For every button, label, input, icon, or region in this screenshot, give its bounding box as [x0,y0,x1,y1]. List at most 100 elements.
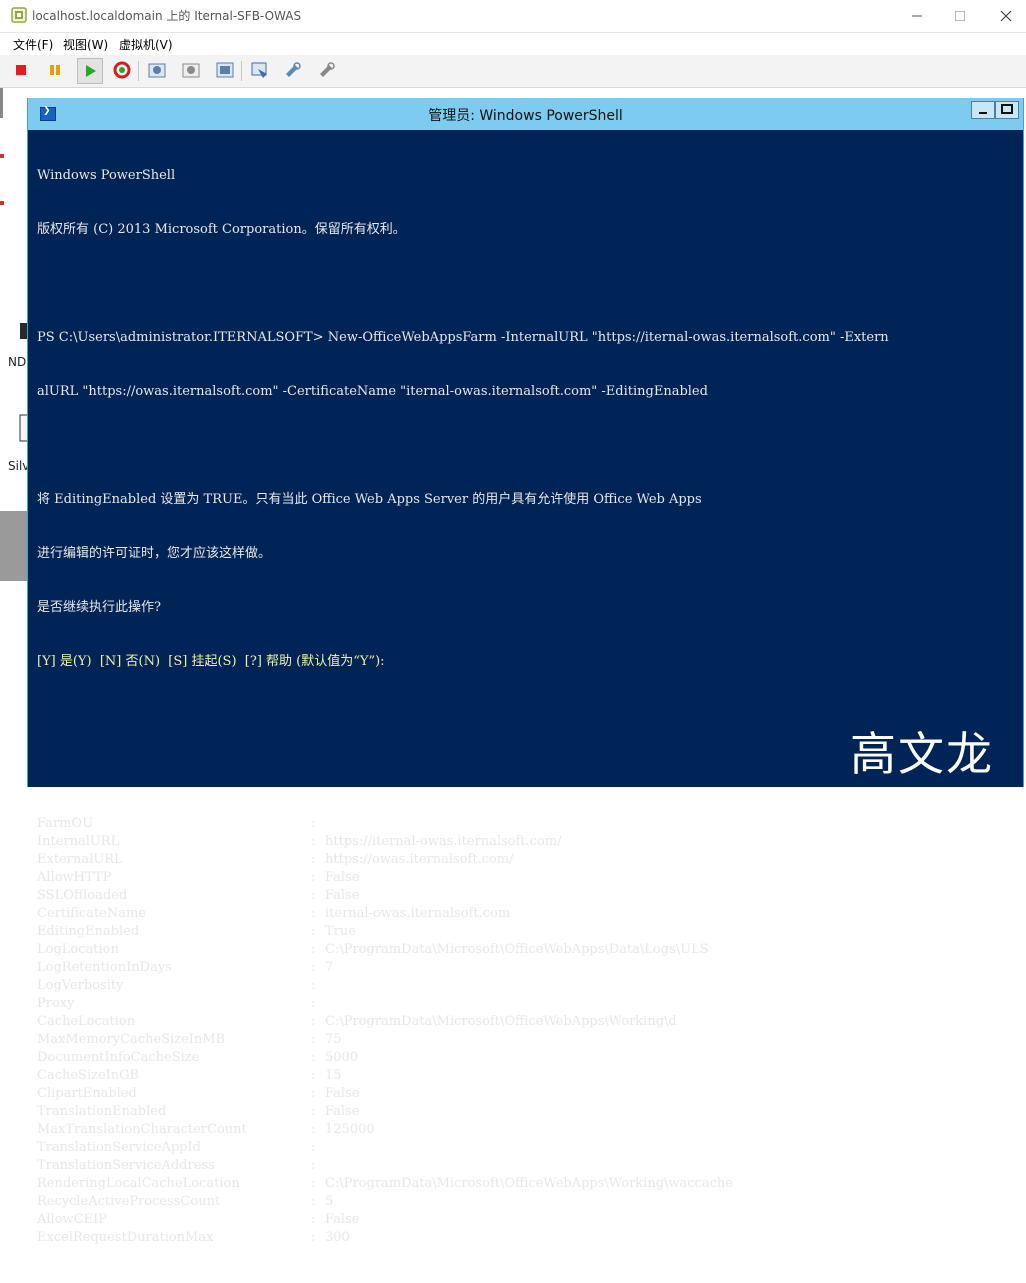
close-button[interactable] [986,4,1026,28]
console-command-line: alURL "https://owas.iternalsoft.com" -Ce… [37,384,708,399]
property-key: ExternalURL [37,852,123,867]
close-icon [1000,10,1012,22]
property-key: EditingEnabled [37,924,140,939]
menu-view[interactable]: 视图(W) [63,36,108,53]
property-colon: : [311,978,316,993]
minimize-button[interactable] [897,4,937,28]
property-colon: : [311,996,316,1011]
revert-snapshot-button[interactable] [179,58,203,82]
property-value: 125000 [325,1122,375,1137]
property-colon: : [311,1014,316,1029]
property-colon: : [311,1230,316,1245]
property-key: TranslationEnabled [37,1104,167,1119]
install-tools-icon [320,62,335,77]
property-key: LogLocation [37,942,119,957]
property-key: ExcelRequestDurationMax [37,1230,214,1245]
revert-icon [182,63,200,78]
pause-button[interactable] [43,58,67,82]
install-tools-button[interactable] [315,58,339,82]
farm-property-list: FarmOU: InternalURL: https://iternal-owas.… [37,815,1012,1247]
tools-button[interactable] [281,58,305,82]
desktop-panel [0,511,27,581]
tools-icon [286,62,301,77]
pause-icon [50,65,60,75]
property-colon: : [311,888,316,903]
farm-property-row: CertificateName: iternal-owas.iternalsoft… [37,905,1012,923]
console-warning-line: 将 EditingEnabled 设置为 TRUE。只有当此 Office We… [37,492,702,507]
property-key: SSLOffloaded [37,888,128,903]
property-value: False [325,1086,360,1101]
farm-property-row: ClipartEnabled: False [37,1085,1012,1103]
maximize-icon [1001,104,1013,114]
farm-property-row: ExternalURL: https://owas.iternalsoft.com… [37,851,1012,869]
reset-button[interactable] [110,58,134,82]
farm-property-row: DocumentInfoCacheSize:5000 [37,1049,1012,1067]
farm-property-row: RenderingLocalCacheLocation: C:\ProgramDa… [37,1175,1012,1193]
play-icon [86,65,96,77]
console-command-line: PS C:\Users\administrator.ITERNALSOFT> N… [37,330,889,345]
property-key: MaxTranslationCharacterCount [37,1122,247,1137]
stop-button[interactable] [9,58,33,82]
snapshot-manager-button[interactable] [213,58,237,82]
ps-minimize-button[interactable] [971,101,995,119]
property-value: False [325,1212,360,1227]
vm-titlebar: localhost.localdomain 上的 Iternal-SFB-OWA… [0,0,1026,33]
farm-property-row: AllowCEIP: False [37,1211,1012,1229]
menu-file[interactable]: 文件(F) [13,36,53,53]
minimize-icon [979,112,987,114]
property-colon: : [311,960,316,975]
console-header-line: 版权所有 (C) 2013 Microsoft Corporation。保留所有… [37,222,406,237]
powershell-titlebar[interactable]: 管理员: Windows PowerShell [28,98,1023,130]
property-value: False [325,888,360,903]
farm-property-row: MaxTranslationCharacterCount:125000 [37,1121,1012,1139]
powershell-window[interactable]: 管理员: Windows PowerShell Windows PowerShe… [27,98,1024,1245]
property-value: C:\ProgramData\Microsoft\OfficeWebApps\D… [325,942,709,957]
take-snapshot-button[interactable] [145,58,169,82]
property-key: LogVerbosity [37,978,124,993]
property-key: Proxy [37,996,75,1011]
property-value: 5000 [325,1050,359,1065]
author-watermark: 高文龙 [850,727,994,781]
property-key: CacheSizeInGB [37,1068,140,1083]
toolbar-separator [138,61,139,81]
menu-vm[interactable]: 虚拟机(V) [119,36,173,53]
property-colon: : [311,1050,316,1065]
vm-toolbar [0,55,1026,88]
farm-property-row: ExcelRequestDurationMax:300 [37,1229,1012,1247]
stop-icon [16,65,26,75]
farm-property-row: TranslationServiceAppId: [37,1139,1012,1157]
console-output[interactable]: Windows PowerShell 版权所有 (C) 2013 Microso… [37,131,1012,1283]
property-colon: : [311,924,316,939]
property-value: https://iternal-owas.iternalsoft.com/ [325,834,562,849]
farm-property-row: TranslationServiceAddress: [37,1157,1012,1175]
farm-property-row: EditingEnabled: True [37,923,1012,941]
property-value: 5 [325,1194,334,1209]
property-value: 15 [325,1068,342,1083]
farm-property-row: FarmOU: [37,815,1012,833]
property-colon: : [311,1104,316,1119]
powershell-title: 管理员: Windows PowerShell [428,108,623,124]
property-value: False [325,1104,360,1119]
property-value: iternal-owas.iternalsoft.com [325,906,511,921]
desktop-label-nd[interactable]: ND [8,355,26,369]
vm-desktop: ND Silv 管理员: Windows PowerShell Windows … [0,88,1026,1245]
settings-icon [251,62,267,78]
vmware-app-icon [11,7,27,23]
console-blank-line: ​ [37,275,1012,293]
farm-property-row: LogRetentionInDays:7 [37,959,1012,977]
desktop-icons-strip: ND Silv [0,88,29,787]
property-key: RenderingLocalCacheLocation [37,1176,240,1191]
settings-button[interactable] [247,58,271,82]
ps-maximize-button[interactable] [995,101,1019,119]
property-colon: : [311,852,316,867]
property-value: False [325,870,360,885]
property-key: FarmOU [37,816,94,831]
toolbar-separator [241,61,242,81]
window-title: localhost.localdomain 上的 Iternal-SFB-OWA… [32,9,302,23]
property-colon: : [311,1212,316,1227]
maximize-button[interactable] [940,4,980,28]
play-button[interactable] [77,58,103,84]
farm-property-row: TranslationEnabled: False [37,1103,1012,1121]
property-colon: : [311,942,316,957]
property-key: AllowCEIP [37,1212,107,1227]
